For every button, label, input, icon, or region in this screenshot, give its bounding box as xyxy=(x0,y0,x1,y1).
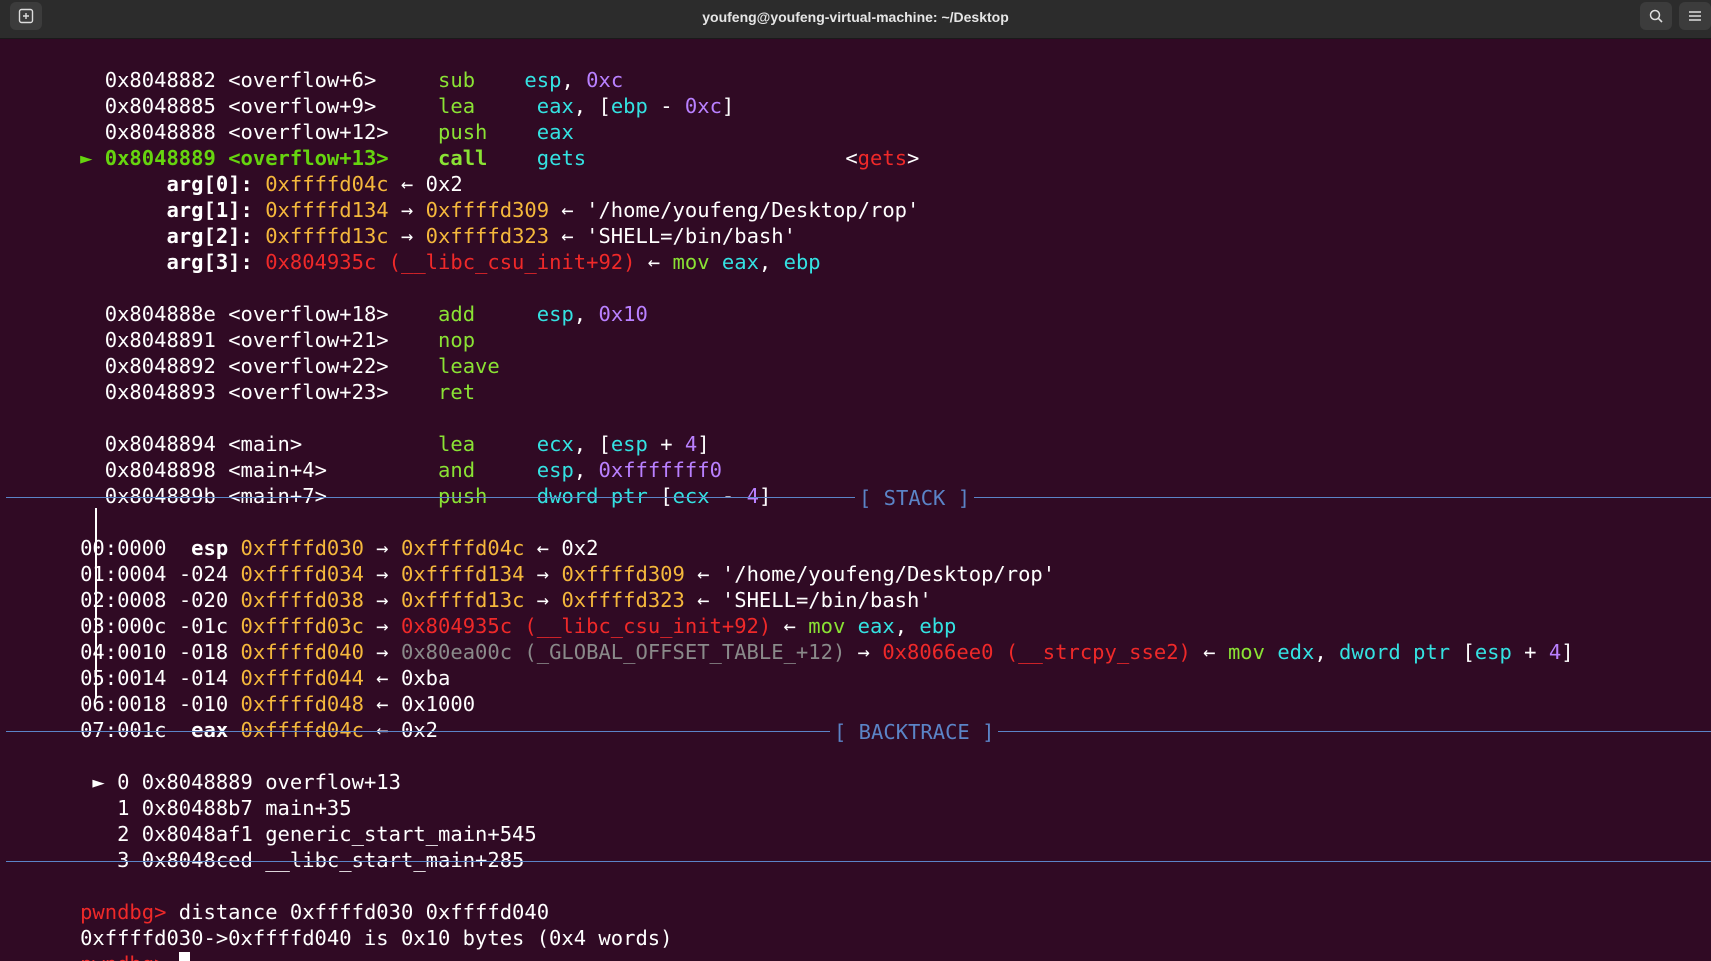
backtrace-line: 1 0x80488b7 main+35 xyxy=(117,796,352,820)
stack-line: 03:000c -01c 0xffffd03c → 0x804935c (__l… xyxy=(80,614,957,638)
menu-button[interactable] xyxy=(1679,2,1711,30)
disasm-line: 0x8048888 <overflow+12> push eax xyxy=(104,120,574,144)
disasm-line: 0x8048894 <main> lea ecx, [esp + 4] xyxy=(104,432,710,456)
stack-line: 07:001c eax 0xffffd04c ← 0x2 xyxy=(80,718,439,742)
arg-line: arg[0]: 0xffffd04c ← 0x2 xyxy=(166,172,463,196)
console-output-line: 0xffffd030->0xffffd040 is 0x10 bytes (0x… xyxy=(80,926,673,950)
search-button[interactable] xyxy=(1640,2,1672,30)
backtrace-line: ► 0 0x8048889 overflow+13 xyxy=(92,770,401,794)
console-input-line[interactable]: pwndbg> xyxy=(6,925,190,961)
stack-line: 01:0004 -024 0xffffd034 → 0xffffd134 → 0… xyxy=(80,562,1056,586)
window-title: youfeng@youfeng-virtual-machine: ~/Deskt… xyxy=(702,9,1009,25)
arg-line: arg[3]: 0x804935c (__libc_csu_init+92) ←… xyxy=(166,250,821,274)
arg-line: arg[2]: 0xffffd13c → 0xffffd323 ← 'SHELL… xyxy=(166,224,796,248)
stack-line: 05:0014 -014 0xffffd044 ← 0xba xyxy=(80,666,451,690)
hamburger-menu-icon xyxy=(1689,11,1701,21)
console-command-line: pwndbg> distance 0xffffd030 0xffffd040 xyxy=(6,873,549,924)
terminal-output[interactable]: 0x8048882 <overflow+6> sub esp, 0xc 0x80… xyxy=(6,40,1711,961)
disasm-line: 0x804889b <main+7> push dword ptr [ecx -… xyxy=(104,484,772,508)
stack-line: 00:0000 esp 0xffffd030 → 0xffffd04c ← 0x… xyxy=(80,536,599,560)
disasm-line: 0x8048882 <overflow+6> sub esp, 0xc xyxy=(104,68,624,92)
pwndbg-prompt: pwndbg> xyxy=(80,952,166,961)
disasm-line: 0x8048898 <main+4> and esp, 0xfffffff0 xyxy=(104,458,722,482)
stack-line: 04:0010 -018 0xffffd040 → 0x80ea00c (_GL… xyxy=(80,640,1574,664)
backtrace-line: 3 0x8048ced __libc_start_main+285 xyxy=(117,848,525,872)
stack-divider: [ STACK ] xyxy=(6,485,1711,511)
backtrace-header: [ BACKTRACE ] xyxy=(830,719,999,745)
disasm-line: 0x804888e <overflow+18> add esp, 0x10 xyxy=(104,302,648,326)
backtrace-divider: [ BACKTRACE ] xyxy=(6,719,1711,745)
stack-line: 06:0018 -010 0xffffd048 ← 0x1000 xyxy=(80,692,476,716)
disasm-line: 0x8048893 <overflow+23> ret xyxy=(104,380,476,404)
stack-line: 02:0008 -020 0xffffd038 → 0xffffd13c → 0… xyxy=(80,588,932,612)
title-bar: youfeng@youfeng-virtual-machine: ~/Deskt… xyxy=(0,0,1711,39)
disasm-line: 0x8048891 <overflow+21> nop xyxy=(104,328,476,352)
disasm-line: 0x8048885 <overflow+9> lea eax, [ebp - 0… xyxy=(104,94,735,118)
stack-header: [ STACK ] xyxy=(855,485,975,511)
text-cursor xyxy=(178,951,190,961)
arg-line: arg[1]: 0xffffd134 → 0xffffd309 ← '/home… xyxy=(166,198,920,222)
backtrace-line: 2 0x8048af1 generic_start_main+545 xyxy=(117,822,537,846)
search-icon xyxy=(1649,9,1663,23)
disasm-line-current: ► 0x8048889 <overflow+13> call gets <get… xyxy=(80,146,920,170)
context-end-divider xyxy=(6,861,1711,862)
disasm-line: 0x8048892 <overflow+22> leave xyxy=(104,354,500,378)
terminal-window: youfeng@youfeng-virtual-machine: ~/Deskt… xyxy=(0,0,1711,961)
